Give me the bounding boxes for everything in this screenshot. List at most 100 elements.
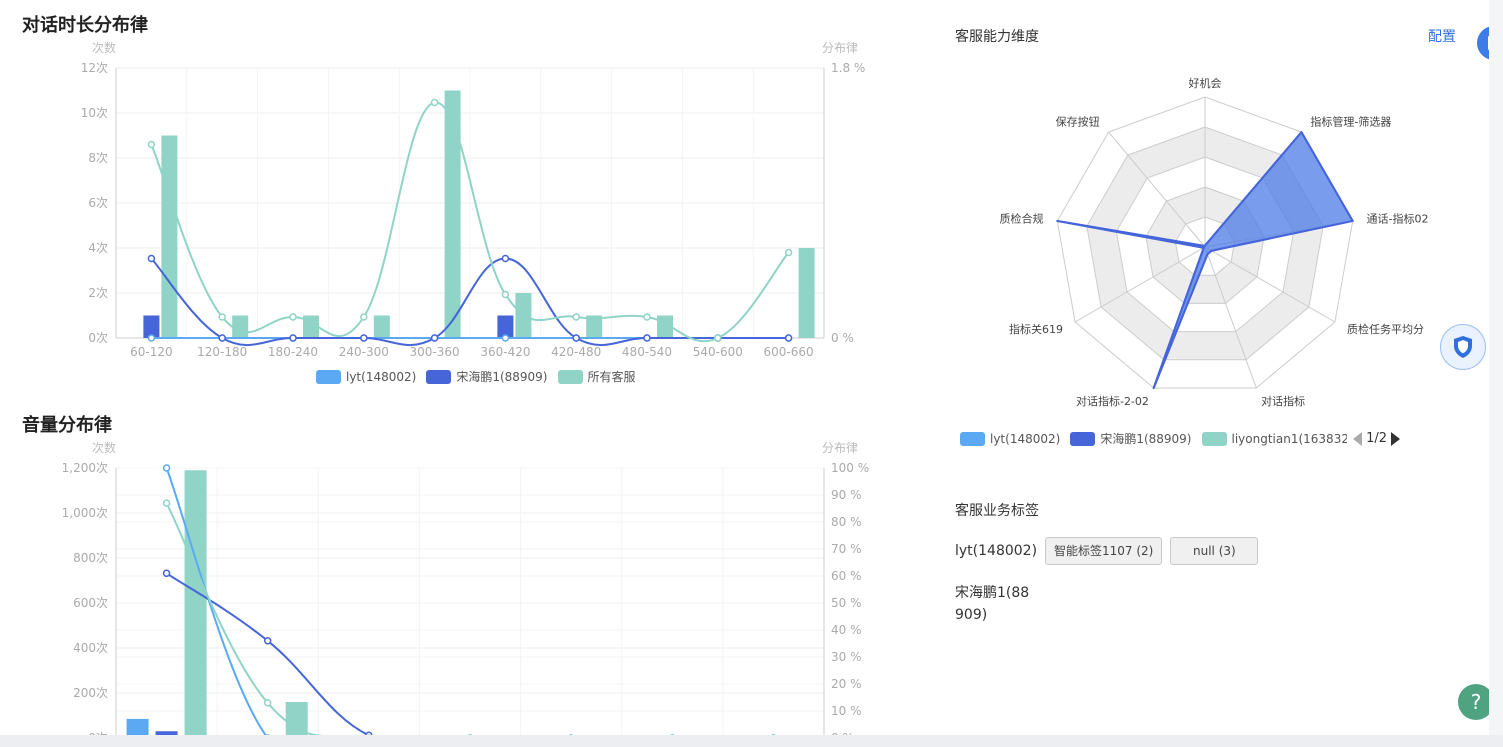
next-page-icon[interactable] [1391,431,1400,446]
line-point [162,569,171,578]
help-icon: ? [1470,690,1482,714]
y2-tick-label: 10 % [831,704,862,718]
line-point [430,98,439,107]
y2-tick-label: 100 % [831,461,869,475]
left-axis-unit: 次数 [92,40,116,55]
line-point [643,334,651,342]
line-point [263,637,272,645]
volume-chart-title: 音量分布律 [22,415,112,436]
tags-title: 客服业务标签 [955,503,1039,519]
y2-tick-label: 70 % [831,542,862,556]
line-point [430,334,439,342]
y-tick-label: 10次 [81,106,108,120]
x-tick-label: 300-360 [410,345,460,359]
line-point [501,290,510,299]
legend-label: liyongtian1(163832) [1231,431,1348,446]
right-axis-unit: 分布律 [822,41,858,55]
radar-indicator-label: 质检任务平均分 [1347,322,1424,336]
bar [373,315,390,338]
legend-label: 宋海鹏1(88909) [1100,432,1192,446]
y-tick-label: 12次 [81,61,108,75]
legend-label: lyt(148002) [990,431,1061,446]
bar [798,248,815,338]
line-point [643,313,651,321]
line-point [147,140,156,149]
shield-button[interactable] [1440,324,1486,370]
x-tick-label: 180-240 [268,345,318,359]
shield-icon [1454,336,1472,358]
bar [444,90,461,338]
y2-tick-label: 60 % [831,569,862,583]
legend-pager: 1/2 [1351,431,1400,446]
right-axis-unit: 分布律 [822,441,858,455]
x-tick-label: 120-180 [197,345,247,359]
y-tick-label: 6次 [88,196,108,210]
line-point [147,254,156,263]
legend-page-indicator: 1/2 [1366,431,1387,446]
legend-item[interactable]: 所有客服 [557,368,636,385]
legend-item[interactable]: lyt(148002) [960,430,1060,447]
agent-tag-row: lyt(148002) 智能标签1107 (2) null (3) [955,537,1266,565]
prev-page-icon[interactable] [1353,431,1363,446]
y2-tick-label: 1.8 % [831,61,865,75]
duration-distribution-chart: 次数 分布律 0次 2次 4次 6次 8次 10次 12次 0 % 1.8 % 60-120 120-1… [81,40,866,359]
legend-swatch [1201,431,1227,446]
line-point [360,313,368,321]
legend-swatch [1070,431,1096,446]
line-point [289,334,297,342]
x-tick-label: 540-600 [693,345,743,359]
radar-indicator-label: 指标管理-筛选器 [1310,114,1391,128]
y-tick-label: 1,000次 [62,506,108,520]
legend-swatch [316,369,341,384]
x-tick-label: 360-420 [480,345,530,359]
legend-item[interactable]: lyt(148002) [316,369,417,384]
tag-chip[interactable]: 智能标签1107 (2) [1045,537,1163,565]
legend-swatch [960,431,985,446]
bar [285,702,308,735]
legend-swatch [426,369,452,384]
radar-indicator-label: 质检合规 [999,212,1043,226]
y-tick-label: 8次 [88,151,108,165]
line-point [162,499,171,507]
x-tick-label: 600-660 [764,345,814,359]
radar-indicator-label: 保存按钮 [1056,114,1100,128]
y2-tick-label: 30 % [831,650,862,664]
line-point [218,313,226,321]
y-tick-label: 600次 [73,596,108,610]
y2-tick-label: 50 % [831,596,862,610]
line-point [501,334,510,342]
line-point [572,334,580,342]
y2-tick-label: 90 % [831,488,862,502]
y-tick-label: 400次 [73,641,108,655]
tag-chip[interactable]: null (3) [1170,537,1259,565]
radar-legend: lyt(148002) 宋海鹏1(88909) liyongtian1(163832… [960,430,1400,447]
bar [126,718,149,735]
bar [184,470,207,735]
line-point [162,464,171,472]
legend-item[interactable]: 宋海鹏1(88909) [426,368,548,385]
bar [161,135,178,338]
horizontal-scrollbar[interactable] [0,735,1503,747]
series-line [165,467,267,735]
config-link[interactable]: 配置 [1428,26,1456,46]
legend-swatch [557,369,583,384]
line-point [263,699,272,707]
legend-item[interactable]: 宋海鹏1(88909) [1070,430,1192,447]
line-point [784,248,793,257]
radar-title: 客服能力维度 [955,29,1039,45]
volume-distribution-chart: 次数分布律0次200次400次600次800次1,000次1,200次0 %10… [62,440,869,735]
agent-name: lyt(148002) [955,543,1038,559]
bar [232,315,249,338]
x-tick-label: 240-300 [339,345,389,359]
line-point [289,313,297,321]
duration-chart-legend: lyt(148002) 宋海鹏1(88909) 所有客服 [316,368,646,385]
legend-label: lyt(148002) [346,369,417,384]
ability-radar-chart: 好机会指标管理-筛选器通话-指标02 质检任务平均分对话指标 对话指标-2-02 指标… [999,76,1428,408]
y-tick-label: 4次 [88,241,108,255]
x-tick-label: 480-540 [622,345,672,359]
line-point [360,334,368,342]
radar-indicator-label: 好机会 [1189,76,1222,90]
y-tick-label: 1,200次 [62,461,108,475]
legend-item[interactable]: liyongtian1(163832) [1201,430,1348,447]
vertical-scrollbar[interactable] [1489,0,1503,735]
